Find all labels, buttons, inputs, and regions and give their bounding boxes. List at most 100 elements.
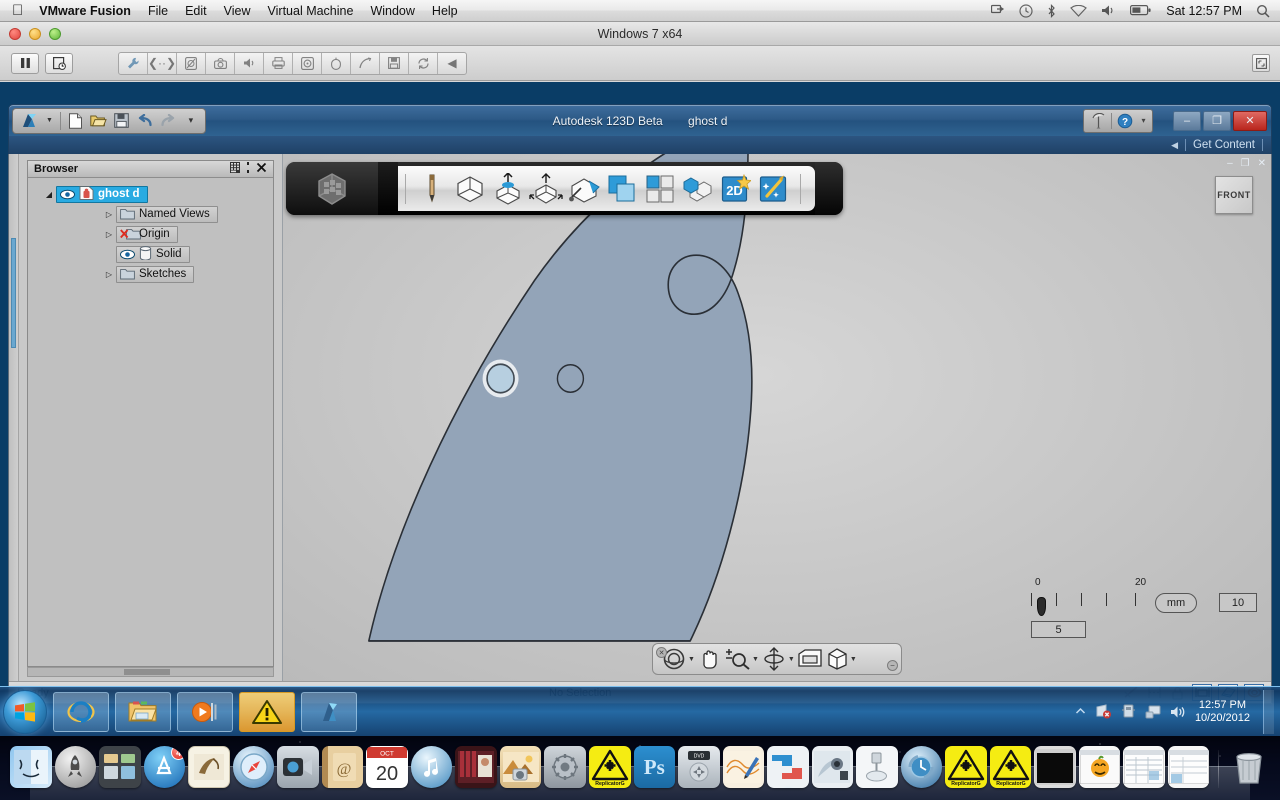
taskbar-warning-app[interactable] — [239, 691, 295, 732]
navbar-minimize-icon[interactable]: − — [887, 660, 898, 671]
camera-icon[interactable] — [206, 53, 234, 74]
customize-dropdown-icon[interactable]: ▾ — [181, 111, 201, 131]
windows-start-orb[interactable] — [3, 689, 47, 734]
sketch-pencil-tool[interactable] — [413, 169, 451, 209]
open-document-icon[interactable] — [89, 111, 109, 131]
dock-replicatorg-3[interactable]: ReplicatorG — [989, 746, 1032, 788]
pin-close-icon[interactable]: ✕ — [656, 647, 667, 658]
panel-close-button[interactable]: ✕ — [1258, 158, 1266, 169]
ribbon-collapse-icon[interactable]: ◀ — [1171, 140, 1178, 151]
resize-icon[interactable] — [245, 162, 251, 176]
model-canvas[interactable]: 2D FRONT 0 20 mm 5 10 ✕ ▼ ▼ ▼ ▼ − — [283, 154, 1271, 681]
smart-effects-tool[interactable] — [755, 169, 793, 209]
2d-drawing-tool[interactable]: 2D — [717, 169, 755, 209]
grid-snap-tool[interactable] — [641, 169, 679, 209]
sound-icon[interactable] — [235, 53, 263, 74]
chevron-down-icon[interactable]: ▼ — [752, 656, 759, 663]
tree-row[interactable]: ▷ Named Views — [28, 204, 273, 224]
tree-row[interactable]: ◢ ghost d — [28, 184, 273, 204]
scrollbar-thumb[interactable] — [124, 669, 170, 675]
dock-pages[interactable] — [722, 746, 765, 788]
tree-item-ghost-d[interactable]: ghost d — [56, 185, 148, 203]
close-button[interactable]: ✕ — [1233, 110, 1267, 131]
filter-icon[interactable] — [230, 162, 240, 176]
display-style-tool[interactable]: ▼ — [825, 648, 857, 670]
menu-view[interactable]: View — [224, 4, 251, 18]
tree-row[interactable]: ▷ Origin — [28, 224, 273, 244]
bluetooth-icon[interactable] — [1047, 3, 1056, 18]
dock-system-preferences[interactable] — [544, 746, 586, 788]
dock-trash[interactable] — [1228, 746, 1270, 788]
scale-step-field[interactable]: 10 — [1219, 593, 1257, 612]
taskbar-internet-explorer[interactable] — [53, 691, 109, 732]
zoom-button[interactable] — [49, 27, 61, 40]
scale-slider-handle[interactable] — [1037, 597, 1046, 616]
selected-hole[interactable] — [482, 359, 519, 398]
show-hidden-icons[interactable] — [1075, 707, 1086, 716]
redo-icon[interactable] — [158, 111, 178, 131]
menu-edit[interactable]: Edit — [185, 4, 207, 18]
minimize-button[interactable]: – — [1173, 110, 1201, 131]
tree-item-named-views[interactable]: Named Views — [116, 205, 218, 223]
dock-doc-window-2[interactable] — [1123, 746, 1165, 788]
tree-item-solid[interactable]: Solid — [116, 245, 190, 263]
dock-replicatorg-2[interactable]: ReplicatorG — [945, 746, 987, 788]
help-dropdown-icon[interactable]: ▾ — [1138, 111, 1149, 131]
sync-icon[interactable] — [409, 53, 437, 74]
modify-tool[interactable] — [527, 169, 565, 209]
tree-row[interactable]: ▷ Sketches — [28, 264, 273, 284]
tree-item-origin[interactable]: Origin — [116, 225, 178, 243]
dock-launchpad[interactable] — [54, 746, 97, 788]
dock-image-capture[interactable] — [811, 746, 854, 788]
harddisk-icon[interactable] — [177, 53, 205, 74]
show-desktop-button[interactable] — [1263, 689, 1274, 734]
dock-grip[interactable] — [11, 238, 16, 348]
dock-ical[interactable]: OCT 20 — [366, 746, 408, 788]
floppy-icon[interactable] — [380, 53, 408, 74]
removable-media-icon[interactable] — [1121, 704, 1136, 719]
zoom-tool[interactable]: ▼ — [723, 647, 759, 671]
network-icon[interactable] — [1145, 705, 1161, 719]
cd-drive-icon[interactable] — [293, 53, 321, 74]
look-at-tool[interactable]: ▼ — [761, 647, 795, 671]
taskbar-clock[interactable]: 12:57 PM 10/20/2012 — [1195, 699, 1250, 725]
panel-minimize-button[interactable]: – — [1227, 158, 1233, 169]
signal-icon[interactable] — [1087, 111, 1109, 131]
search-icon[interactable] — [1256, 4, 1270, 18]
screen-share-icon[interactable] — [991, 4, 1005, 17]
expander-icon[interactable]: ◢ — [42, 190, 56, 199]
autodesk-123d-logo[interactable] — [17, 110, 43, 132]
get-content-link[interactable]: Get Content — [1193, 139, 1255, 151]
close-icon[interactable] — [256, 162, 267, 176]
navigation-cube-icon[interactable] — [286, 162, 378, 215]
snapshot-button[interactable] — [45, 52, 73, 74]
menu-virtual-machine[interactable]: Virtual Machine — [268, 4, 354, 18]
mac-clock[interactable]: Sat 12:57 PM — [1166, 4, 1242, 18]
volume-icon[interactable] — [1170, 705, 1186, 719]
assemble-tool[interactable] — [679, 169, 717, 209]
network-error-icon[interactable] — [1095, 704, 1112, 719]
dock-safari[interactable] — [232, 746, 275, 788]
app-menu-dropdown-icon[interactable]: ▼ — [46, 117, 53, 124]
settings-wrench-icon[interactable] — [119, 53, 147, 74]
dock-dvd-player[interactable]: DVD — [678, 746, 720, 788]
dock-doc-window-3[interactable] — [1167, 746, 1210, 788]
close-button[interactable] — [9, 27, 21, 40]
view-style-tool[interactable] — [797, 648, 823, 670]
construct-tool[interactable] — [489, 169, 527, 209]
usb-icon[interactable] — [351, 53, 379, 74]
dock-contacts[interactable]: @ — [321, 746, 364, 788]
apple-icon[interactable]:  — [12, 3, 23, 18]
panel-restore-button[interactable]: ❐ — [1241, 158, 1250, 169]
taskbar-media-player[interactable] — [177, 691, 233, 732]
combine-tool[interactable] — [603, 169, 641, 209]
menu-help[interactable]: Help — [432, 4, 458, 18]
dock-iphoto[interactable] — [499, 746, 542, 788]
pause-button[interactable] — [11, 52, 39, 74]
dock-vmware-fusion[interactable] — [767, 746, 809, 788]
expander-icon[interactable]: ▷ — [102, 210, 116, 219]
network-icon[interactable]: ❮··❯ — [148, 53, 176, 74]
tree-row[interactable]: Solid — [28, 244, 273, 264]
eye-icon[interactable] — [60, 189, 75, 200]
maximize-button[interactable]: ❐ — [1203, 110, 1231, 131]
